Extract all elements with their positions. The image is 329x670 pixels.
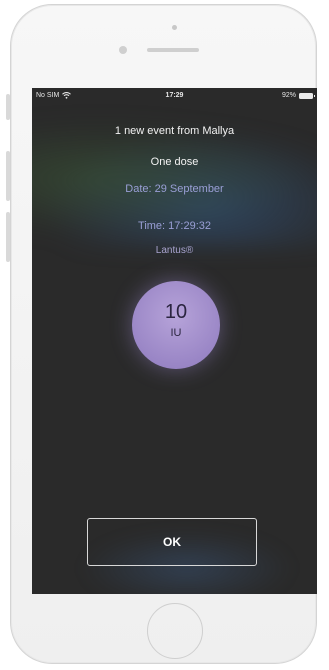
battery-group: 92%	[281, 92, 315, 99]
event-title: 1 new event from Mallya	[114, 125, 235, 137]
status-time: 17:29	[165, 92, 184, 99]
volume-down-button	[6, 212, 10, 262]
ok-button[interactable]: OK	[87, 518, 257, 566]
medication-name: Lantus®	[155, 245, 194, 256]
dose-unit: IU	[170, 327, 182, 339]
dose-type-label: One dose	[150, 156, 199, 168]
phone-screen: No SIM 17:29 92% 1 new event from Mallya…	[32, 88, 317, 594]
front-camera	[119, 46, 127, 54]
dose-circle: 10 IU	[132, 281, 220, 369]
battery-icon	[299, 92, 315, 99]
dose-value: 10	[164, 301, 188, 323]
event-date: Date: 29 September	[125, 183, 224, 195]
home-button[interactable]	[147, 603, 203, 659]
event-time: Time: 17:29:32	[138, 220, 211, 232]
volume-up-button	[6, 151, 10, 201]
camera-dot	[172, 25, 177, 30]
battery-percent: 92%	[281, 92, 296, 99]
status-bar: No SIM 17:29 92%	[32, 88, 317, 104]
earpiece-speaker	[147, 48, 199, 52]
mute-switch	[6, 94, 10, 120]
